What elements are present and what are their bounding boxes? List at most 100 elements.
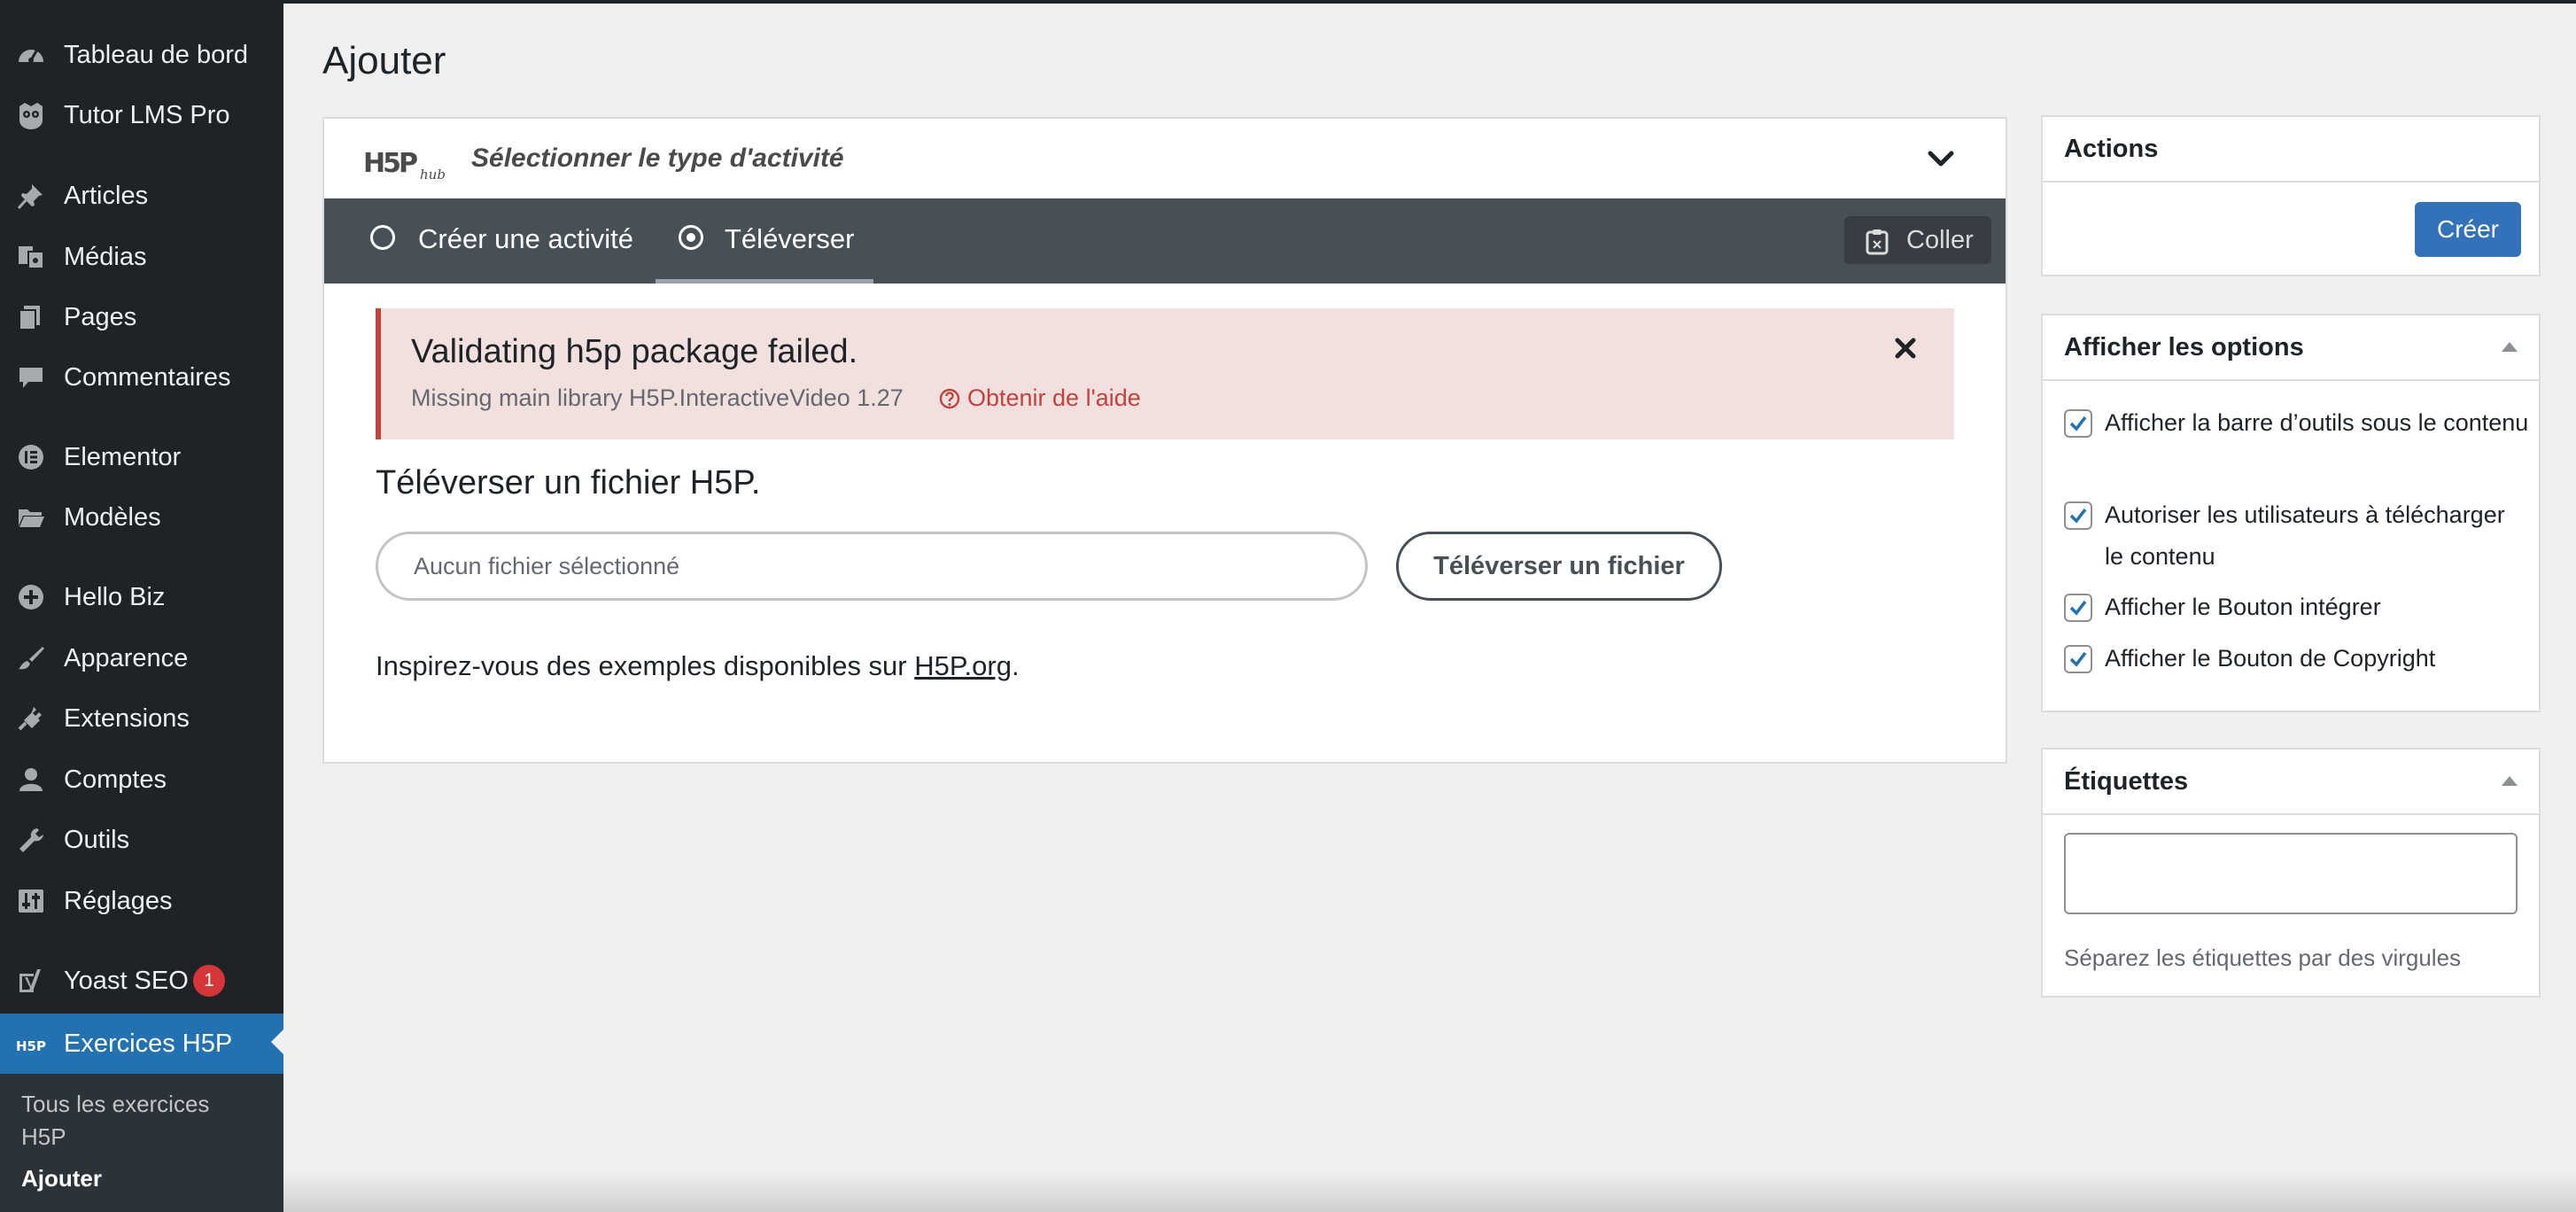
submenu-item-add[interactable]: Ajouter	[21, 1162, 102, 1195]
sidebar-item-label: Yoast SEO	[64, 966, 189, 995]
hub-tab-bar: Créer une activité Téléverser Coller	[324, 198, 2006, 284]
sidebar-item-label: Exercices H5P	[64, 1029, 233, 1058]
chevron-down-icon[interactable]	[1928, 149, 1954, 168]
sidebar-item-reglages[interactable]: Réglages	[0, 873, 283, 929]
option-label: Afficher la barre d’outils sous le conte…	[2105, 409, 2529, 436]
error-notice: Validating h5p package failed. Missing m…	[376, 308, 1954, 439]
tab-create-activity[interactable]: Créer une activité	[324, 198, 654, 284]
option-label: Autoriser les utilisateurs à télécharger…	[2105, 501, 2505, 570]
sidebar-item-label: Elementor	[64, 442, 182, 471]
sidebar-item-label: Tutor LMS Pro	[64, 100, 230, 129]
paste-label: Coller	[1906, 226, 1974, 254]
sidebar-item-articles[interactable]: Articles	[0, 167, 283, 224]
submenu-item-all-exercises[interactable]: Tous les exercices H5P	[21, 1088, 209, 1154]
sidebar-item-extensions[interactable]: Extensions	[0, 690, 283, 747]
sidebar-item-exercices-h5p[interactable]: H5P Exercices H5P	[0, 1014, 283, 1074]
inspire-text: Inspirez-vous des exemples disponibles s…	[376, 650, 1020, 682]
collapse-arrow-icon[interactable]	[2502, 776, 2518, 786]
sidebar-item-label: Comptes	[64, 765, 167, 794]
notification-badge: 1	[193, 965, 225, 997]
hub-title: Sélectionner le type d'activité	[471, 144, 844, 173]
sidebar-item-label: Tableau de bord	[64, 40, 248, 69]
clipboard-icon	[1866, 229, 1889, 255]
checkbox-download[interactable]	[2064, 501, 2092, 530]
tags-box: Étiquettes Séparez les étiquettes par de…	[2041, 748, 2541, 998]
sidebar-item-label: Pages	[64, 302, 137, 331]
yoast-icon	[19, 969, 41, 992]
radio-create-activity[interactable]	[370, 225, 395, 250]
sidebar-item-label: Médias	[64, 242, 147, 271]
sidebar-item-tutor-lms[interactable]: Tutor LMS Pro	[0, 87, 283, 144]
sidebar-item-comptes[interactable]: Comptes	[0, 751, 283, 808]
collapse-arrow-icon[interactable]	[2502, 342, 2518, 352]
tags-textarea[interactable]	[2064, 833, 2518, 914]
checkmark-icon	[2069, 600, 2087, 616]
bottom-edge-shadow	[283, 1169, 2576, 1212]
top-border	[0, 0, 2576, 4]
display-options-header[interactable]: Afficher les options	[2043, 315, 2539, 381]
tab-label: Créer une activité	[418, 223, 633, 254]
tutor-owl-icon	[19, 103, 43, 129]
h5p-hub-logo: H5P hub	[363, 148, 446, 181]
sidebar-item-label: Outils	[64, 825, 130, 854]
inspire-suffix: .	[1011, 650, 1020, 681]
tab-upload[interactable]: Téléverser	[656, 198, 873, 284]
checkbox-toolbar[interactable]	[2064, 409, 2092, 438]
checkbox-embed[interactable]	[2064, 594, 2092, 622]
h5p-editor: H5P hub Sélectionner le type d'activité …	[322, 117, 2007, 764]
file-input[interactable]: Aucun fichier sélectionné	[376, 532, 1368, 601]
checkmark-icon	[2069, 508, 2087, 524]
sidebar-item-label: Apparence	[64, 643, 189, 672]
sidebar-item-commentaires[interactable]: Commentaires	[0, 349, 283, 406]
comment-icon	[19, 368, 43, 388]
h5p-icon: H5P	[16, 1038, 46, 1054]
h5p-org-link[interactable]: H5P.org	[914, 650, 1012, 681]
hub-header[interactable]: H5P hub Sélectionner le type d'activité	[324, 119, 2006, 198]
user-icon	[19, 768, 43, 791]
actions-header: Actions	[2043, 117, 2539, 183]
admin-sidebar: Tableau de bord Tutor LMS Pro Articles M…	[0, 0, 283, 1212]
sidebar-item-label: Articles	[64, 181, 149, 210]
logo-sub: hub	[420, 167, 446, 181]
display-options-box: Afficher les options Afficher la barre d…	[2041, 314, 2541, 712]
tags-header[interactable]: Étiquettes	[2043, 750, 2539, 815]
sidebar-item-label: Modèles	[64, 502, 161, 532]
wrench-icon	[19, 828, 43, 852]
inspire-prefix: Inspirez-vous des exemples disponibles s…	[376, 650, 915, 681]
settings-sliders-icon	[19, 890, 43, 913]
checkbox-copyright[interactable]	[2064, 645, 2092, 673]
sidebar-item-label: Réglages	[64, 886, 173, 915]
create-button[interactable]: Créer	[2415, 202, 2521, 257]
submenu-item-label-line-2: H5P	[21, 1123, 66, 1150]
close-icon[interactable]	[1894, 337, 1917, 360]
error-message: Missing main library H5P.InteractiveVide…	[411, 385, 904, 411]
sidebar-item-modeles[interactable]: Modèles	[0, 489, 283, 546]
actions-title: Actions	[2064, 135, 2159, 163]
sidebar-item-hello-biz[interactable]: Hello Biz	[0, 569, 283, 625]
sidebar-item-outils[interactable]: Outils	[0, 812, 283, 868]
paste-button[interactable]: Coller	[1844, 216, 1991, 264]
paintbrush-icon	[19, 647, 44, 670]
radio-upload[interactable]	[679, 225, 703, 250]
error-title: Validating h5p package failed.	[411, 333, 858, 370]
sidebar-item-yoast-seo[interactable]: Yoast SEO 1	[0, 952, 283, 1009]
page-title: Ajouter	[322, 39, 446, 82]
sidebar-item-label: Extensions	[64, 703, 190, 733]
file-input-placeholder: Aucun fichier sélectionné	[414, 553, 680, 579]
tab-label: Téléverser	[725, 223, 855, 254]
folder-icon	[19, 509, 44, 527]
help-link[interactable]: Obtenir de l'aide	[967, 385, 1141, 412]
media-icon	[19, 246, 44, 269]
option-label: Afficher le Bouton intégrer	[2105, 594, 2381, 620]
logo-text: H5P	[363, 148, 417, 179]
upload-file-button[interactable]: Téléverser un fichier	[1396, 532, 1722, 601]
pushpin-icon	[17, 184, 43, 209]
sidebar-item-medias[interactable]: Médias	[0, 229, 283, 285]
sidebar-item-apparence[interactable]: Apparence	[0, 630, 283, 687]
display-options-title: Afficher les options	[2064, 333, 2304, 361]
sidebar-submenu: Tous les exercices H5P Ajouter	[0, 1074, 283, 1212]
sidebar-item-dashboard[interactable]: Tableau de bord	[0, 27, 283, 83]
sidebar-item-elementor[interactable]: Elementor	[0, 429, 283, 486]
checkmark-icon	[2069, 416, 2087, 431]
sidebar-item-pages[interactable]: Pages	[0, 289, 283, 346]
